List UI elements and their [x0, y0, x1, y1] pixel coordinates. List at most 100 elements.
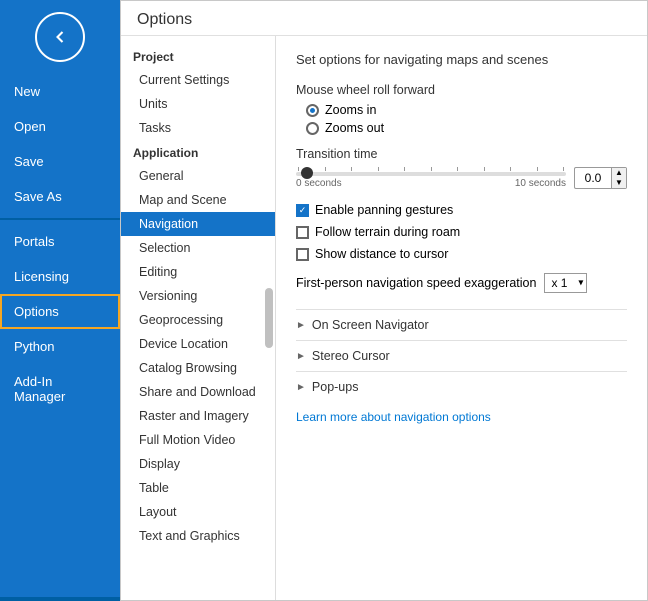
tick [351, 167, 352, 171]
content-body: Project Current Settings Units Tasks App… [121, 36, 647, 600]
options-item-layout[interactable]: Layout [121, 500, 275, 524]
tick [431, 167, 432, 171]
radio-zooms-out[interactable]: Zooms out [306, 121, 627, 135]
checkbox-panning-label: Enable panning gestures [315, 203, 453, 217]
sidebar-bottom [0, 597, 120, 601]
sidebar-item-open[interactable]: Open [0, 109, 120, 144]
sidebar-nav: New Open Save Save As Portals Licensing … [0, 70, 120, 418]
tick [404, 167, 405, 171]
options-item-text-graphics[interactable]: Text and Graphics [121, 524, 275, 548]
slider-max-label: 10 seconds [515, 178, 566, 189]
expandable-popups-label: Pop-ups [312, 380, 359, 394]
options-item-editing[interactable]: Editing [121, 260, 275, 284]
value-input[interactable]: ▲ ▼ [574, 167, 627, 189]
sidebar-item-save[interactable]: Save [0, 144, 120, 179]
chevron-right-icon: ► [296, 320, 306, 331]
expandable-stereo-label: Stereo Cursor [312, 349, 390, 363]
options-item-selection[interactable]: Selection [121, 236, 275, 260]
options-item-catalog-browsing[interactable]: Catalog Browsing [121, 356, 275, 380]
mouse-wheel-label: Mouse wheel roll forward [296, 83, 627, 97]
transition-label: Transition time [296, 147, 627, 161]
checkbox-panning-box [296, 204, 309, 217]
radio-zooms-in-label: Zooms in [325, 103, 376, 117]
slider-value-input[interactable] [575, 169, 611, 187]
spinner-up-button[interactable]: ▲ [612, 168, 626, 178]
back-button[interactable] [35, 12, 85, 62]
tick [537, 167, 538, 171]
sidebar-item-options[interactable]: Options [0, 294, 120, 329]
slider-track[interactable] [296, 172, 566, 176]
chevron-right-icon-2: ► [296, 351, 306, 362]
tick [484, 167, 485, 171]
options-item-raster-imagery[interactable]: Raster and Imagery [121, 404, 275, 428]
options-item-display[interactable]: Display [121, 452, 275, 476]
tick [325, 167, 326, 171]
checkbox-distance-label: Show distance to cursor [315, 247, 448, 261]
checkbox-terrain-label: Follow terrain during roam [315, 225, 460, 239]
options-item-full-motion-video[interactable]: Full Motion Video [121, 428, 275, 452]
speed-select-wrapper[interactable]: x 1 x 2 x 4 x 8 [544, 273, 587, 293]
section-label-application: Application [121, 140, 275, 164]
radio-zooms-out-label: Zooms out [325, 121, 384, 135]
options-item-current-settings[interactable]: Current Settings [121, 68, 275, 92]
radio-zooms-out-circle [306, 122, 319, 135]
checkboxes-group: Enable panning gestures Follow terrain d… [296, 203, 627, 261]
slider-row: 0 seconds 10 seconds ▲ ▼ [296, 167, 627, 189]
sidebar-item-python[interactable]: Python [0, 329, 120, 364]
speed-label: First-person navigation speed exaggerati… [296, 276, 536, 290]
chevron-right-icon-3: ► [296, 382, 306, 393]
radio-zooms-in[interactable]: Zooms in [306, 103, 627, 117]
scrollbar-thumb[interactable] [265, 288, 273, 348]
transition-section: Transition time [296, 147, 627, 189]
tick [563, 167, 564, 171]
checkbox-distance[interactable]: Show distance to cursor [296, 247, 627, 261]
checkbox-terrain[interactable]: Follow terrain during roam [296, 225, 627, 239]
learn-more-link[interactable]: Learn more about navigation options [296, 410, 491, 424]
main-content: Options Project Current Settings Units T… [120, 0, 648, 601]
slider-min-label: 0 seconds [296, 178, 342, 189]
expandable-on-screen-label: On Screen Navigator [312, 318, 429, 332]
slider-container: 0 seconds 10 seconds [296, 167, 566, 189]
tick [510, 167, 511, 171]
checkbox-panning[interactable]: Enable panning gestures [296, 203, 627, 217]
expandable-stereo[interactable]: ► Stereo Cursor [296, 340, 627, 371]
tick [378, 167, 379, 171]
sidebar-item-save-as[interactable]: Save As [0, 179, 120, 214]
slider-ticks [296, 167, 566, 171]
options-item-versioning[interactable]: Versioning [121, 284, 275, 308]
options-item-navigation[interactable]: Navigation [121, 212, 275, 236]
options-item-tasks[interactable]: Tasks [121, 116, 275, 140]
settings-title: Set options for navigating maps and scen… [296, 52, 627, 67]
options-item-units[interactable]: Units [121, 92, 275, 116]
checkbox-terrain-box [296, 226, 309, 239]
sidebar-item-new[interactable]: New [0, 74, 120, 109]
sidebar-item-addin[interactable]: Add-In Manager [0, 364, 120, 414]
value-spinners: ▲ ▼ [611, 168, 626, 188]
options-item-share-download[interactable]: Share and Download [121, 380, 275, 404]
options-item-general[interactable]: General [121, 164, 275, 188]
sidebar-divider [0, 218, 120, 220]
section-label-project: Project [121, 44, 275, 68]
options-item-geoprocessing[interactable]: Geoprocessing [121, 308, 275, 332]
options-panel: Project Current Settings Units Tasks App… [121, 36, 276, 600]
sidebar: New Open Save Save As Portals Licensing … [0, 0, 120, 601]
expandable-popups[interactable]: ► Pop-ups [296, 371, 627, 402]
expandable-on-screen[interactable]: ► On Screen Navigator [296, 309, 627, 340]
settings-panel: Set options for navigating maps and scen… [276, 36, 647, 600]
mouse-wheel-group: Mouse wheel roll forward Zooms in Zooms … [296, 83, 627, 135]
speed-select[interactable]: x 1 x 2 x 4 x 8 [544, 273, 587, 293]
checkbox-distance-box [296, 248, 309, 261]
sidebar-item-portals[interactable]: Portals [0, 224, 120, 259]
radio-zooms-in-circle [306, 104, 319, 117]
options-item-device-location[interactable]: Device Location [121, 332, 275, 356]
tick [298, 167, 299, 171]
speed-row: First-person navigation speed exaggerati… [296, 273, 627, 293]
options-item-table[interactable]: Table [121, 476, 275, 500]
tick [457, 167, 458, 171]
sidebar-item-licensing[interactable]: Licensing [0, 259, 120, 294]
spinner-down-button[interactable]: ▼ [612, 178, 626, 188]
radio-group: Zooms in Zooms out [306, 103, 627, 135]
options-item-map-scene[interactable]: Map and Scene [121, 188, 275, 212]
options-header: Options [121, 1, 647, 36]
slider-labels: 0 seconds 10 seconds [296, 178, 566, 189]
